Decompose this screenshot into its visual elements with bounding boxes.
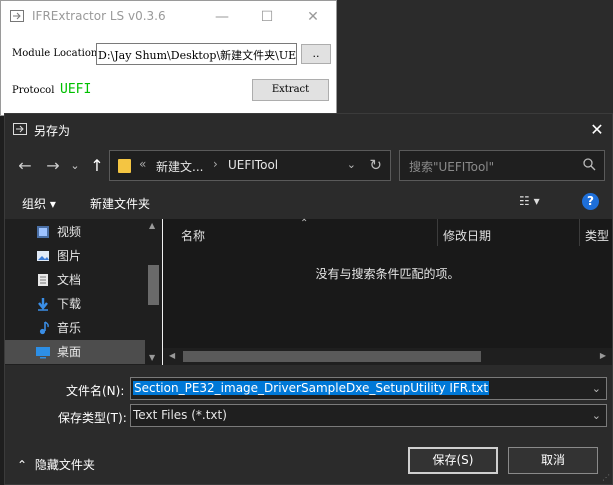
music-icon [39, 321, 49, 335]
hide-folders-toggle[interactable]: ⌃ 隐藏文件夹 [17, 456, 95, 473]
organize-menu[interactable]: 组织 ▾ [22, 195, 56, 212]
dialog-title: 另存为 [34, 124, 71, 138]
nav-item-desktop[interactable]: 桌面 [5, 340, 145, 364]
filetype-label: 保存类型(T): [58, 411, 127, 425]
app-icon [10, 10, 24, 22]
chevron-up-icon: ⌃ [17, 458, 28, 472]
protocol-label: Protocol [12, 85, 55, 96]
extract-button[interactable]: Extract [252, 79, 329, 101]
filename-label: 文件名(N): [66, 384, 125, 398]
module-location-label: Module Location [12, 48, 98, 59]
hide-folders-label: 隐藏文件夹 [34, 458, 95, 472]
chevron-down-icon[interactable]: ⌄ [347, 158, 356, 171]
column-header-name[interactable]: 名称 [181, 227, 205, 244]
column-header-modified[interactable]: 修改日期 [443, 227, 491, 244]
empty-message: 没有与搜索条件匹配的项。 [315, 267, 460, 281]
breadcrumb-overflow[interactable]: « [139, 157, 146, 171]
column-header-type[interactable]: 类型 [585, 227, 609, 244]
up-arrow-icon[interactable]: ↑ [86, 156, 108, 176]
command-bar: 组织 ▾ 新建文件夹 ☷ ▾ ? [5, 186, 612, 219]
chevron-down-icon[interactable]: ⌄ [592, 405, 601, 426]
browse-button[interactable]: .. [301, 44, 331, 64]
nav-item-pictures[interactable]: 图片 [5, 244, 145, 268]
address-bar[interactable]: « 新建文... › UEFITool ⌄ ↻ [109, 150, 391, 181]
window-title: IFRExtractor LS v0.3.6 [32, 9, 166, 23]
scroll-left-icon[interactable]: ◀ [169, 351, 175, 360]
nav-item-label: 文档 [57, 273, 82, 287]
maximize-button[interactable]: ☐ [258, 9, 276, 25]
breadcrumb-item-current[interactable]: UEFITool [228, 158, 278, 172]
navigation-pane: 视频 图片 文档 下载 音乐 桌面 ▲ ▼ [5, 219, 162, 365]
video-icon [37, 226, 49, 238]
nav-item-label: 音乐 [57, 321, 82, 335]
forward-arrow-icon[interactable]: → [42, 156, 64, 176]
scroll-right-icon[interactable]: ▶ [600, 351, 606, 360]
recent-locations-icon[interactable]: ⌄ [64, 156, 86, 176]
nav-item-music[interactable]: 音乐 [5, 316, 145, 340]
nav-item-label: 桌面 [57, 345, 82, 359]
breadcrumb-item-parent[interactable]: 新建文... [156, 158, 203, 175]
nav-item-downloads[interactable]: 下载 [5, 292, 145, 316]
close-icon[interactable]: ✕ [586, 120, 608, 140]
filename-field[interactable]: Section_PE32_image_DriverSampleDxe_Setup… [130, 377, 607, 400]
cancel-button[interactable]: 取消 [508, 447, 598, 474]
nav-item-documents[interactable]: 文档 [5, 268, 145, 292]
search-placeholder: 搜索"UEFITool" [409, 160, 495, 174]
folder-icon [118, 159, 131, 173]
help-icon[interactable]: ? [582, 193, 599, 210]
new-folder-button[interactable]: 新建文件夹 [90, 195, 150, 212]
save-button[interactable]: 保存(S) [408, 447, 498, 474]
download-icon [38, 298, 48, 311]
nav-item-label: 视频 [57, 225, 82, 239]
column-divider[interactable] [437, 219, 438, 246]
scroll-up-icon[interactable]: ▲ [149, 221, 155, 230]
nav-item-videos[interactable]: 视频 [5, 220, 145, 244]
file-list: ⌃ 名称 修改日期 类型 没有与搜索条件匹配的项。 ◀ ▶ [163, 218, 612, 365]
protocol-value: UEFI [60, 82, 92, 97]
chevron-right-icon[interactable]: › [213, 157, 218, 171]
back-arrow-icon[interactable]: ← [14, 156, 36, 176]
chevron-down-icon[interactable]: ⌄ [592, 378, 601, 399]
scroll-down-icon[interactable]: ▼ [149, 353, 155, 362]
scrollbar-thumb[interactable] [183, 351, 481, 362]
close-button[interactable]: ✕ [304, 9, 322, 25]
refresh-icon[interactable]: ↻ [369, 156, 382, 174]
nav-item-label: 图片 [57, 249, 82, 263]
dialog-title-bar: 另存为 ✕ [5, 114, 612, 146]
filename-value: Section_PE32_image_DriverSampleDxe_Setup… [133, 381, 490, 395]
module-path-input[interactable]: D:\Jay Shum\Desktop\新建文件夹\UEF [96, 43, 297, 65]
column-divider[interactable] [579, 219, 580, 246]
pictures-icon [37, 251, 49, 261]
desktop-icon [36, 347, 50, 359]
search-input[interactable]: 搜索"UEFITool" [399, 150, 605, 181]
search-icon [583, 158, 596, 171]
view-options-icon[interactable]: ☷ ▾ [519, 194, 540, 208]
navigation-bar: ← → ⌄ ↑ « 新建文... › UEFITool ⌄ ↻ 搜索"UEFIT… [5, 146, 612, 186]
save-as-dialog: 另存为 ✕ ← → ⌄ ↑ « 新建文... › UEFITool ⌄ ↻ 搜索… [4, 113, 613, 485]
documents-icon [38, 274, 48, 286]
save-options-panel: 文件名(N): Section_PE32_image_DriverSampleD… [5, 365, 612, 484]
scrollbar-thumb[interactable] [148, 265, 159, 305]
title-bar: IFRExtractor LS v0.3.6 — ☐ ✕ [1, 1, 336, 33]
horizontal-scrollbar[interactable]: ◀ ▶ [163, 348, 612, 365]
nav-item-label: 下载 [57, 297, 82, 311]
nav-pane-scrollbar[interactable]: ▲ ▼ [145, 219, 162, 365]
dialog-icon [13, 123, 27, 135]
filetype-value: Text Files (*.txt) [133, 408, 227, 422]
resize-grip-icon[interactable]: ⋰ [602, 473, 610, 482]
filetype-select[interactable]: Text Files (*.txt) ⌄ [130, 404, 607, 427]
sort-ascending-icon: ⌃ [300, 218, 309, 229]
ifrextractor-window: IFRExtractor LS v0.3.6 — ☐ ✕ Module Loca… [0, 0, 337, 116]
minimize-button[interactable]: — [213, 9, 231, 25]
